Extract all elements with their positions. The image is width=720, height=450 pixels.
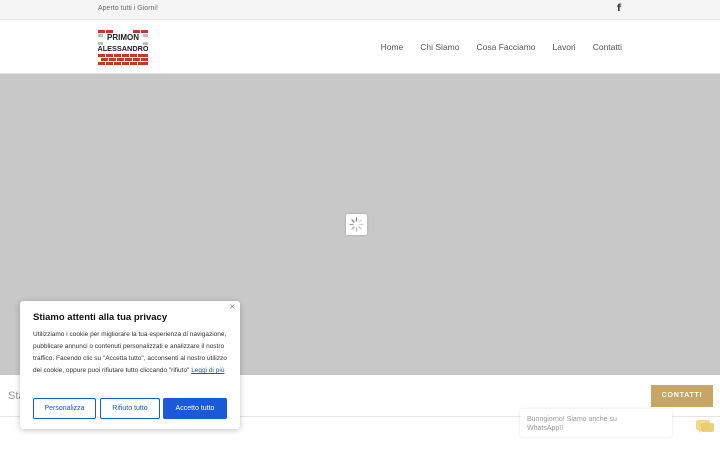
top-info-bar: Aperto tutti i Giorni! f xyxy=(0,0,720,20)
site-logo[interactable]: PRIMON ALESSANDRO xyxy=(98,29,148,65)
site-header: PRIMON ALESSANDRO Home Chi Siamo Cosa Fa… xyxy=(0,20,720,74)
nav-chi-siamo[interactable]: Chi Siamo xyxy=(420,42,459,52)
facebook-icon[interactable]: f xyxy=(614,3,624,16)
whatsapp-bubble[interactable]: Buongiorno! Siamo anche su WhatsApp!! xyxy=(520,409,672,437)
main-nav: Home Chi Siamo Cosa Facciamo Lavori Cont… xyxy=(381,42,622,52)
nav-cosa-facciamo[interactable]: Cosa Facciamo xyxy=(476,42,535,52)
accept-all-button[interactable]: Accetto tutto xyxy=(163,398,227,419)
close-icon[interactable]: × xyxy=(229,302,236,311)
nav-home[interactable]: Home xyxy=(381,42,404,52)
opening-hours-text: Aperto tutti i Giorni! xyxy=(98,5,158,12)
reject-all-button[interactable]: Rifiuto tutto xyxy=(100,398,160,419)
svg-text:PRIMON: PRIMON xyxy=(107,33,139,42)
loading-spinner xyxy=(346,214,367,235)
chat-icon[interactable] xyxy=(696,420,714,434)
customize-button[interactable]: Personalizza xyxy=(33,398,96,419)
cookie-description: Utilizziamo i cookie per migliorare la t… xyxy=(33,329,233,377)
whatsapp-message: Buongiorno! Siamo anche su WhatsApp!! xyxy=(527,416,617,432)
nav-lavori[interactable]: Lavori xyxy=(553,42,576,52)
spinner-icon xyxy=(349,217,364,232)
read-more-link[interactable]: Leggi di più xyxy=(191,367,224,374)
nav-contatti[interactable]: Contatti xyxy=(593,42,622,52)
cookie-title: Stiamo attenti alla tua privacy xyxy=(33,312,168,323)
contatti-button[interactable]: CONTATTI xyxy=(651,385,713,407)
svg-text:ALESSANDRO: ALESSANDRO xyxy=(98,44,148,53)
cookie-consent-banner: × Stiamo attenti alla tua privacy Utiliz… xyxy=(20,301,240,429)
